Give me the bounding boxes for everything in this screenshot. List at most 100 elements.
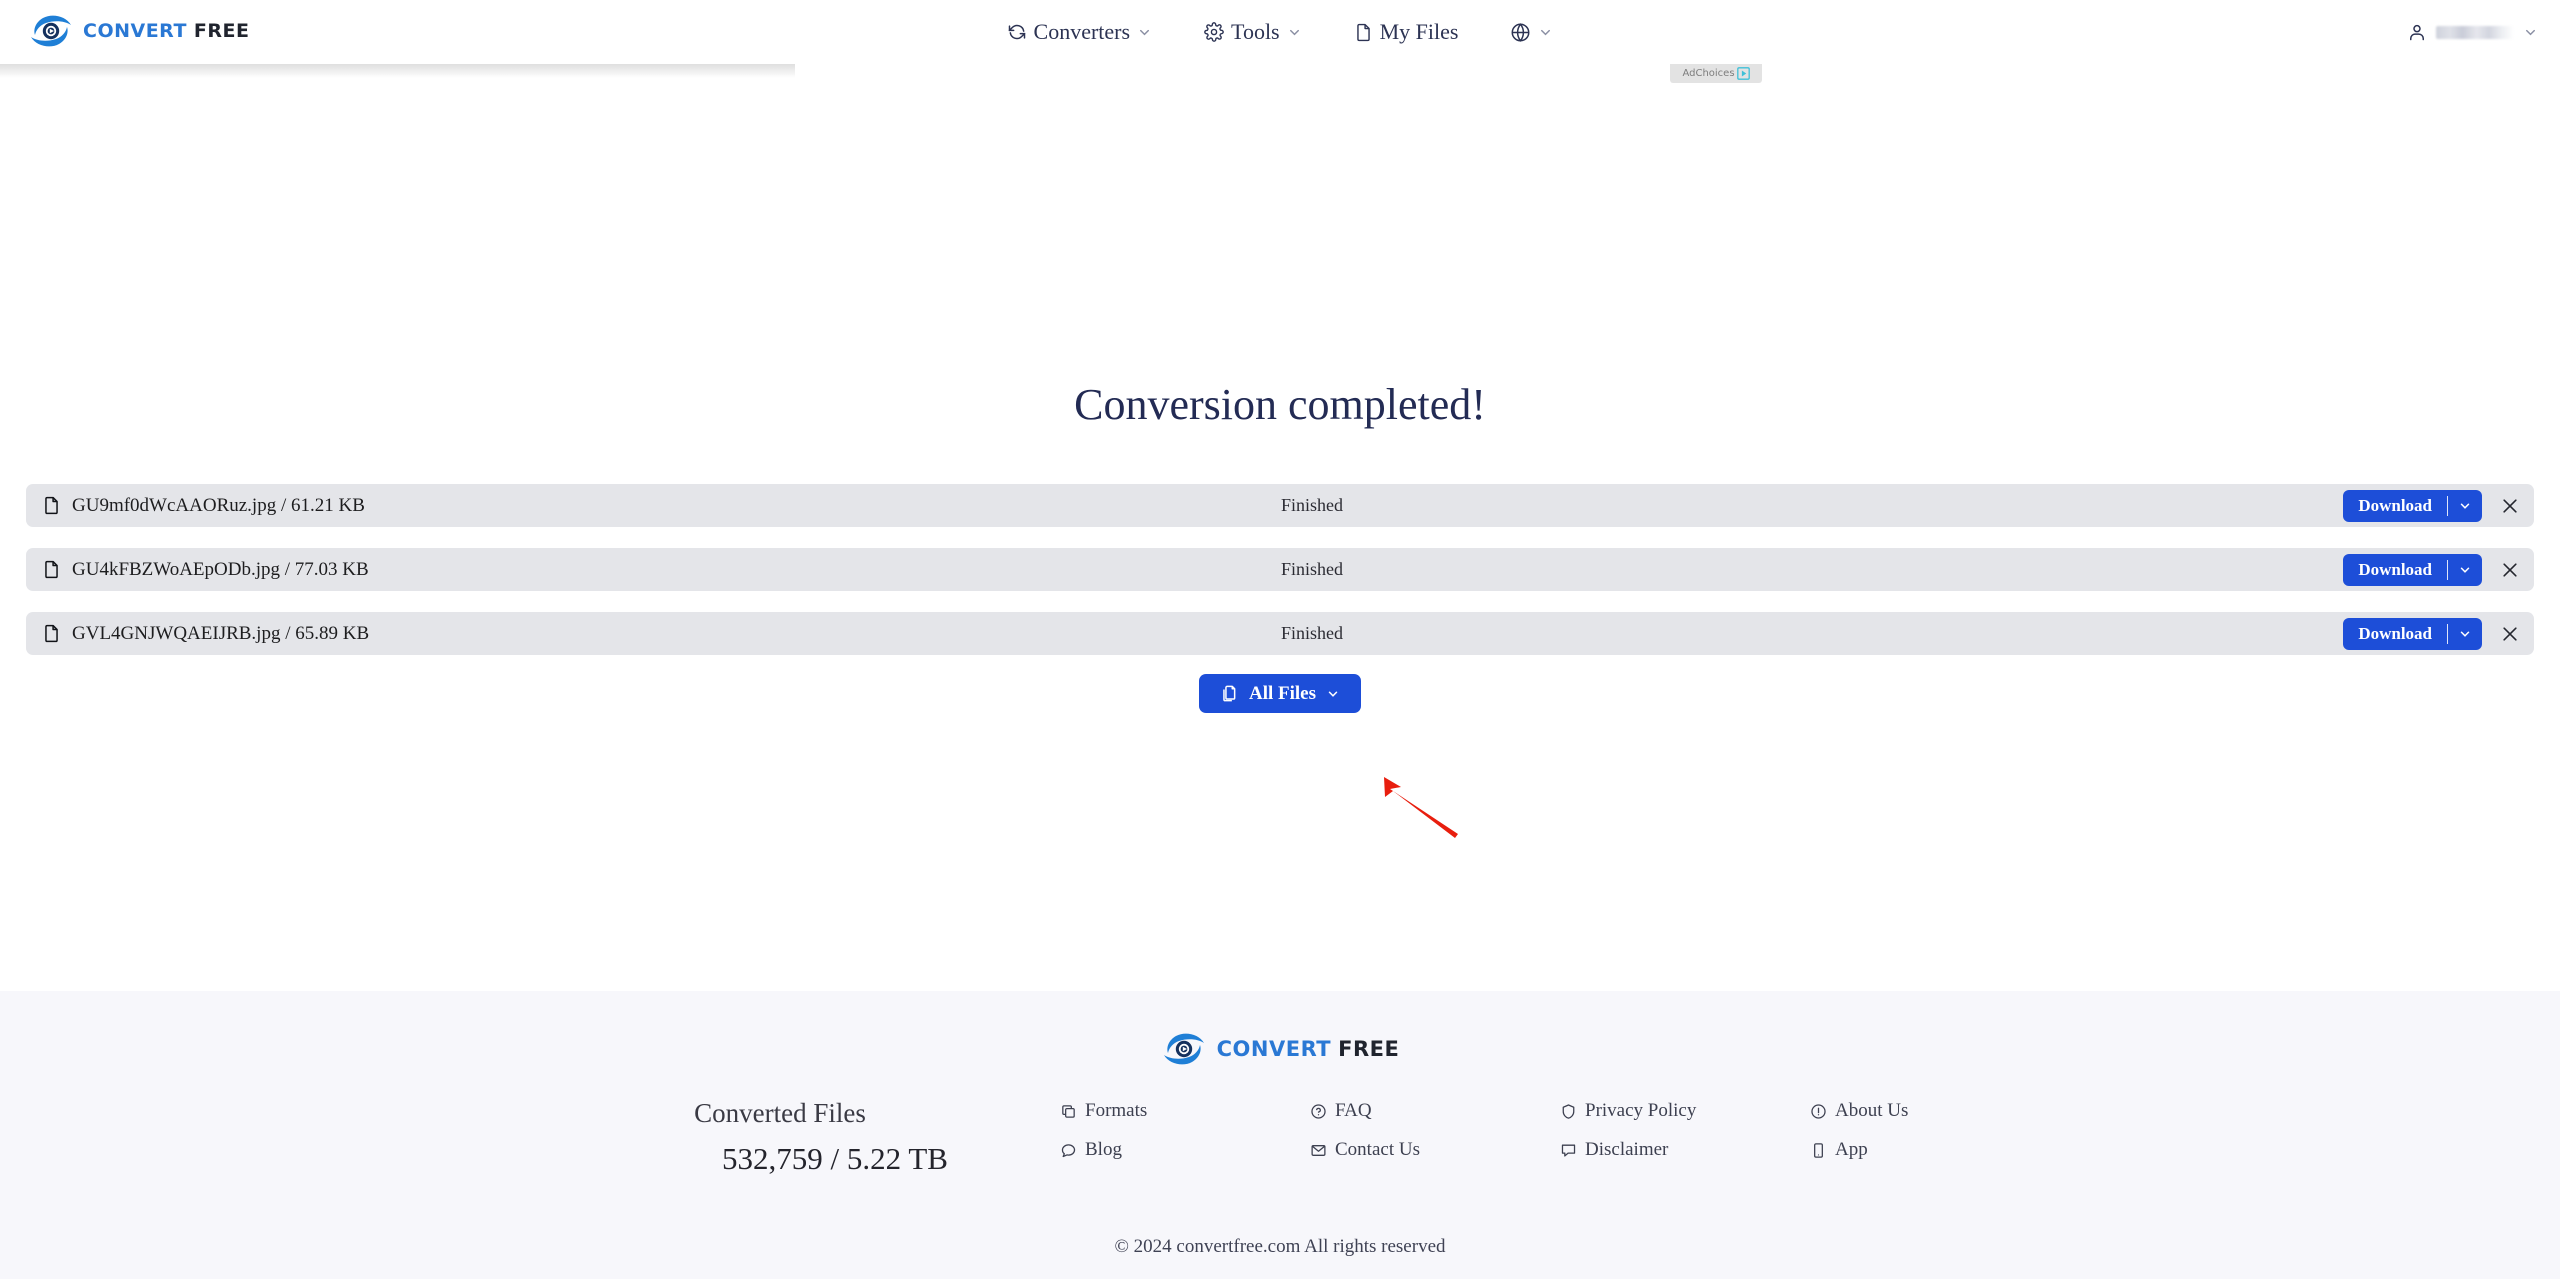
question-circle-icon: [1311, 1103, 1326, 1119]
adchoices-label: AdChoices: [1682, 67, 1735, 79]
download-button[interactable]: Download: [2343, 617, 2482, 650]
download-button[interactable]: Download: [2343, 553, 2482, 586]
converted-file-list: GU9mf0dWcAAORuz.jpg / 61.21 KB Finished …: [26, 484, 2534, 676]
table-row: GU9mf0dWcAAORuz.jpg / 61.21 KB Finished …: [26, 484, 2534, 527]
convertfree-swirl-logo-icon: [1163, 1033, 1204, 1065]
file-icon: [1356, 23, 1370, 41]
nav-item-my-files-label: My Files: [1379, 19, 1459, 44]
site-header: CONVERT FREE Converters Tools My Files: [0, 0, 2560, 64]
footer-link-label: Blog: [1085, 1139, 1122, 1160]
main-content: Conversion completed! GU9mf0dWcAAORuz.jp…: [0, 64, 2560, 991]
chevron-down-icon: [1140, 29, 1150, 35]
nav-item-converters[interactable]: Converters: [1007, 19, 1153, 45]
footer-link-formats[interactable]: Formats: [1060, 1100, 1310, 1122]
file-name-label: GU9mf0dWcAAORuz.jpg / 61.21 KB: [72, 494, 365, 516]
row-actions: Download: [2343, 553, 2520, 586]
nav-item-my-files[interactable]: My Files: [1354, 19, 1459, 45]
download-options-button[interactable]: [2448, 490, 2482, 522]
footer-link-column-4: About Us App: [1810, 1094, 2060, 1178]
file-status-label: Finished: [1281, 495, 1344, 515]
download-button-label: Download: [2358, 559, 2432, 579]
footer-link-disclaimer[interactable]: Disclaimer: [1560, 1139, 1810, 1161]
all-files-button[interactable]: All Files: [1198, 674, 1362, 713]
file-name-label: GU4kFBZWoAEpODb.jpg / 77.03 KB: [72, 558, 369, 580]
copy-icon: [1062, 1104, 1075, 1118]
copy-files-icon: [1223, 685, 1236, 702]
row-actions: Download: [2343, 489, 2520, 522]
nav-item-language[interactable]: [1510, 22, 1553, 43]
footer-link-column-2: FAQ Contact Us: [1310, 1094, 1560, 1178]
globe-icon: [1512, 22, 1530, 42]
chevron-down-icon: [1541, 29, 1551, 35]
speech-bubble-icon: [1061, 1143, 1076, 1157]
footer-link-about-us[interactable]: About Us: [1810, 1100, 2060, 1122]
file-name-label: GVL4GNJWQAEIJRB.jpg / 65.89 KB: [72, 622, 370, 644]
main-navigation: Converters Tools My Files: [0, 0, 2560, 64]
all-files-button-label: All Files: [1248, 682, 1317, 704]
adchoices-triangle-icon: [1736, 66, 1750, 80]
file-name-cell: GU9mf0dWcAAORuz.jpg / 61.21 KB: [26, 495, 1206, 517]
file-name-cell: GU4kFBZWoAEpODb.jpg / 77.03 KB: [26, 559, 1206, 581]
chevron-down-icon: [1289, 29, 1299, 35]
footer-link-label: App: [1835, 1139, 1868, 1160]
footer-link-column-3: Privacy Policy Disclaimer: [1560, 1094, 1810, 1178]
footer-link-label: FAQ: [1335, 1100, 1372, 1121]
footer-link-app[interactable]: App: [1810, 1139, 2060, 1161]
user-name-redacted: [2436, 25, 2514, 39]
row-actions: Download: [2343, 617, 2520, 650]
chat-icon: [1561, 1144, 1576, 1157]
red-arrow-annotation: [1384, 777, 1458, 838]
table-row: GU4kFBZWoAEpODb.jpg / 77.03 KB Finished …: [26, 548, 2534, 591]
chevron-down-icon: [2526, 29, 2535, 35]
download-button-label: Download: [2358, 495, 2432, 515]
adchoices-badge[interactable]: AdChoices: [1670, 63, 1762, 83]
footer-logo-text: CONVERT FREE: [1217, 1037, 1400, 1061]
site-footer: CONVERT FREE Converted Files 532,759 / 5.…: [0, 991, 2560, 1279]
chevron-down-icon: [2460, 566, 2470, 573]
page-title: Conversion completed!: [1074, 380, 1486, 429]
all-files-button-container: All Files: [0, 674, 2560, 713]
converted-files-stat: Converted Files 532,759 / 5.22 TB: [500, 1094, 1060, 1178]
footer-link-label: Contact Us: [1335, 1139, 1420, 1160]
chevron-down-icon: [1328, 690, 1338, 697]
footer-link-privacy-policy[interactable]: Privacy Policy: [1560, 1100, 1810, 1122]
footer-link-column-1: Formats Blog: [1060, 1094, 1310, 1178]
mobile-icon: [1814, 1142, 1823, 1158]
nav-item-tools-label: Tools: [1231, 19, 1280, 44]
footer-link-label: Disclaimer: [1585, 1139, 1669, 1160]
footer-logo-text-secondary: FREE: [1338, 1037, 1400, 1061]
file-icon: [45, 560, 58, 579]
shield-icon: [1562, 1103, 1575, 1119]
remove-file-button[interactable]: [2500, 560, 2520, 580]
user-account-menu[interactable]: [2407, 0, 2538, 64]
gear-icon: [1204, 22, 1224, 42]
download-options-button[interactable]: [2448, 554, 2482, 586]
file-name-cell: GVL4GNJWQAEIJRB.jpg / 65.89 KB: [26, 623, 1206, 645]
footer-link-faq[interactable]: FAQ: [1310, 1100, 1560, 1122]
footer-link-contact-us[interactable]: Contact Us: [1310, 1139, 1560, 1161]
info-circle-icon: [1811, 1103, 1826, 1119]
footer-logo[interactable]: CONVERT FREE: [0, 1031, 2560, 1067]
converted-files-value: 532,759 / 5.22 TB: [722, 1141, 948, 1176]
download-options-button[interactable]: [2448, 618, 2482, 650]
chevron-down-icon: [2460, 630, 2470, 637]
footer-link-blog[interactable]: Blog: [1060, 1139, 1310, 1161]
footer-link-label: Formats: [1085, 1100, 1148, 1121]
table-row: GVL4GNJWQAEIJRB.jpg / 65.89 KB Finished …: [26, 612, 2534, 655]
download-button[interactable]: Download: [2343, 489, 2482, 522]
download-button-label: Download: [2358, 623, 2432, 643]
remove-file-button[interactable]: [2500, 624, 2520, 644]
file-status-label: Finished: [1281, 559, 1344, 579]
envelope-icon: [1311, 1144, 1326, 1156]
copyright-text: © 2024 convertfree.com All rights reserv…: [1114, 1236, 1446, 1257]
nav-item-converters-label: Converters: [1033, 19, 1131, 44]
footer-columns: Converted Files 532,759 / 5.22 TB Format…: [0, 1094, 2560, 1178]
remove-file-button[interactable]: [2500, 496, 2520, 516]
converted-files-title: Converted Files: [694, 1098, 866, 1128]
chevron-down-icon: [2460, 502, 2470, 509]
footer-logo-text-primary: CONVERT: [1216, 1037, 1332, 1061]
user-icon: [2410, 24, 2424, 41]
footer-link-label: About Us: [1835, 1100, 1909, 1121]
nav-item-tools[interactable]: Tools: [1204, 19, 1302, 45]
refresh-icon: [1008, 24, 1025, 40]
